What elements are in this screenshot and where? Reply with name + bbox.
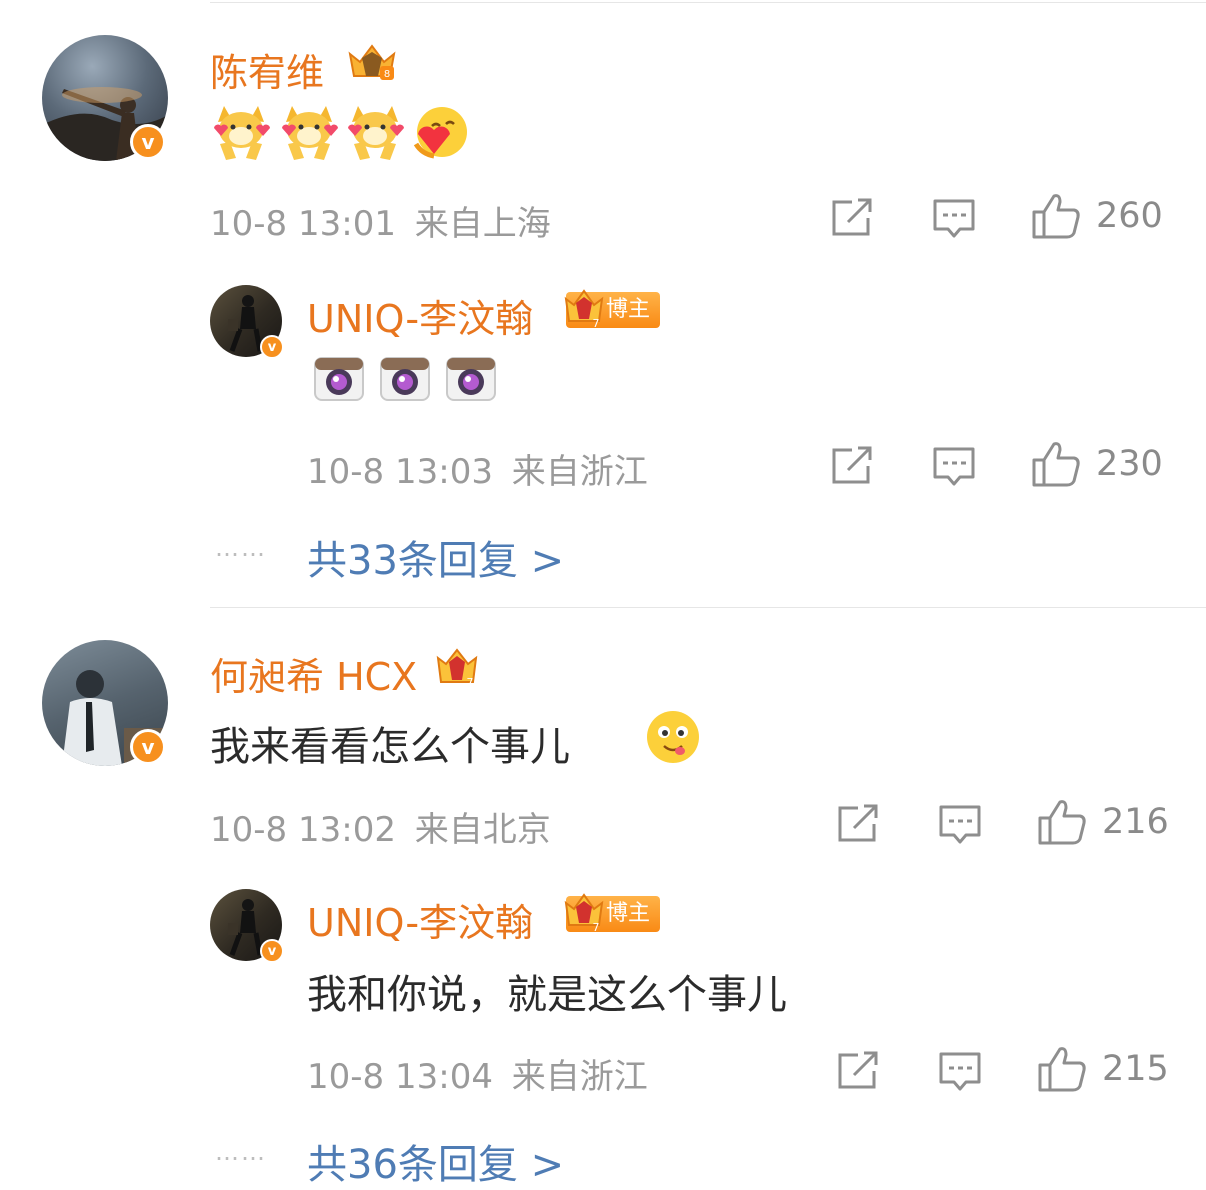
timestamp: 10-8 13:02 [210,810,396,850]
comment-meta: 10-8 13:01 来自上海 [210,196,551,245]
location: 来自上海 [414,204,551,244]
comment-meta: 10-8 13:04 来自浙江 [307,1049,648,1098]
timestamp: 10-8 13:03 [307,452,493,492]
svg-text:7: 7 [593,921,600,934]
location: 来自浙江 [511,452,648,492]
username[interactable]: 何昶希 HCX [210,646,417,701]
like-count: 215 [1102,1049,1169,1089]
shiba-heart-emoji [348,106,404,160]
location: 来自北京 [414,810,551,850]
shiba-heart-emoji [282,106,338,160]
username[interactable]: 陈宥维 [210,42,324,97]
comment-icon[interactable] [938,1051,982,1093]
camera-emoji [380,357,430,401]
verified-badge: v [260,335,284,359]
like-count: 230 [1096,444,1163,484]
username[interactable]: UNIQ-李汶翰 [307,288,533,343]
comment-icon[interactable] [932,198,976,240]
share-icon[interactable] [836,804,880,844]
more-replies-link[interactable]: 共33条回复 > [307,528,564,586]
verified-badge: v [260,939,284,963]
like-icon[interactable] [1036,798,1088,846]
crown-icon: 7 [436,648,478,688]
like-count: 216 [1102,802,1169,842]
crown-icon: 7 [564,289,604,330]
comment-text: 我和你说，就是这么个事儿 [307,972,787,1018]
location: 来自浙江 [511,1057,648,1097]
share-icon[interactable] [836,1051,880,1091]
svg-text:8: 8 [384,69,390,80]
crown-icon: 8 [348,44,396,80]
camera-emoji [446,357,496,401]
share-icon[interactable] [830,198,874,238]
comment-text: 我来看看怎么个事儿 [210,724,570,770]
timestamp: 10-8 13:04 [307,1057,493,1097]
comment-meta: 10-8 13:02 来自北京 [210,802,551,851]
like-count: 260 [1096,196,1163,236]
like-icon[interactable] [1036,1045,1088,1093]
share-icon[interactable] [830,446,874,486]
svg-text:7: 7 [467,676,474,688]
camera-emoji [314,357,364,401]
verified-badge: v [130,124,166,160]
svg-text:7: 7 [593,317,600,330]
username[interactable]: UNIQ-李汶翰 [307,892,533,947]
divider [210,2,1206,3]
more-replies-link[interactable]: 共36条回复 > [307,1132,564,1190]
comment-icon[interactable] [932,446,976,488]
comment-meta: 10-8 13:03 来自浙江 [307,444,648,493]
hug-heart-emoji [413,107,467,159]
like-icon[interactable] [1030,440,1082,488]
like-icon[interactable] [1030,192,1082,240]
comment-icon[interactable] [938,804,982,846]
dots-separator: …… [215,1138,267,1166]
dots-separator: …… [215,534,267,562]
shiba-heart-emoji [214,106,270,160]
crown-icon: 7 [564,893,604,934]
drool-face-emoji [647,711,699,763]
divider [210,607,1206,608]
verified-badge: v [130,729,166,765]
timestamp: 10-8 13:01 [210,204,396,244]
